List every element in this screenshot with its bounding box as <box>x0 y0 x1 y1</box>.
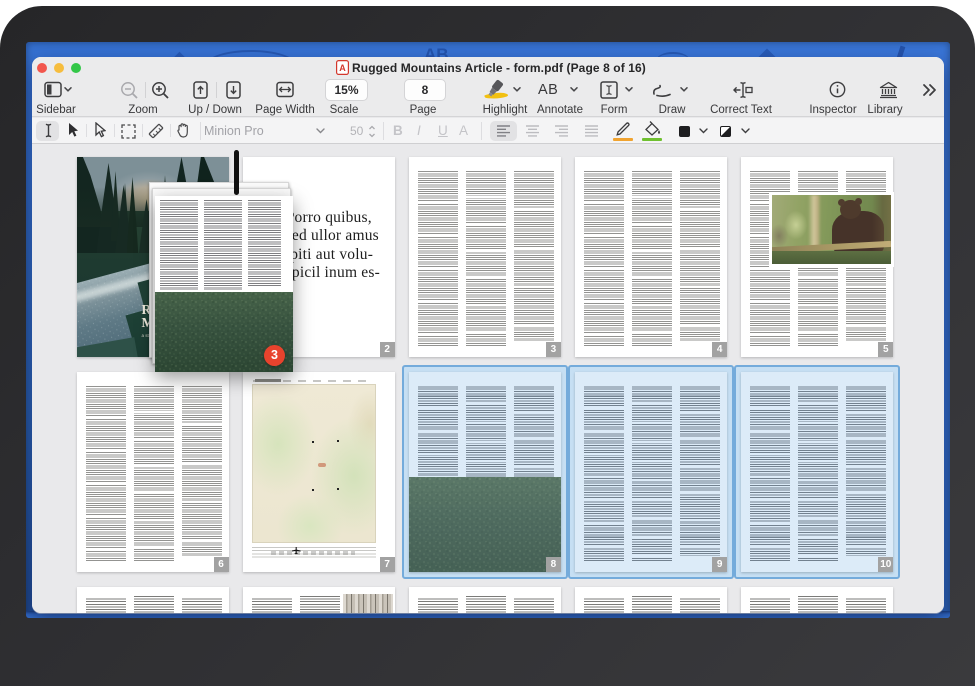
svg-text:A: A <box>339 63 346 73</box>
